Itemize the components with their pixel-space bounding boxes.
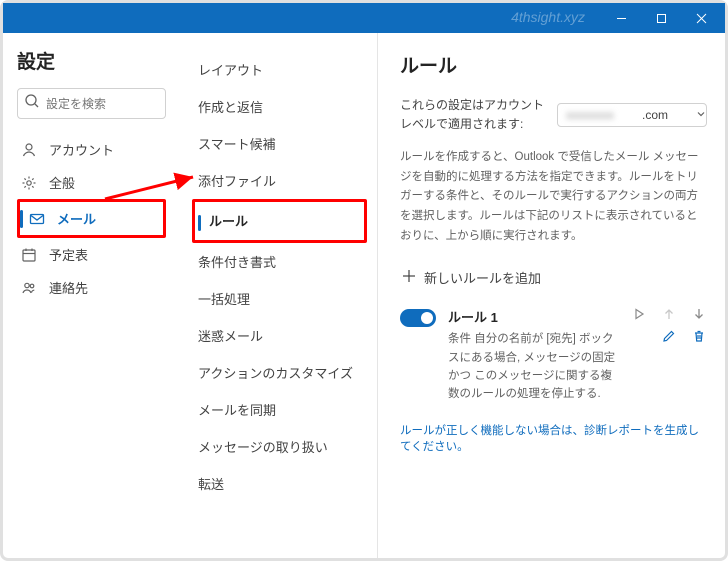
search-icon — [24, 93, 40, 114]
main-content: 設定 アカウント 全般 メール 予定表 連絡先 レイアウト — [3, 33, 725, 558]
sub-item-sweep[interactable]: 一括処理 — [192, 280, 367, 317]
sub-item-conditional[interactable]: 条件付き書式 — [192, 243, 367, 280]
mail-icon — [29, 211, 47, 227]
contacts-icon — [21, 280, 39, 296]
sidebar-item-label: メール — [57, 209, 96, 228]
settings-sidebar: 設定 アカウント 全般 メール 予定表 連絡先 — [3, 33, 178, 558]
sub-item-forward[interactable]: 転送 — [192, 465, 367, 502]
delete-icon[interactable] — [691, 329, 707, 343]
sidebar-item-general[interactable]: 全般 — [17, 166, 166, 199]
sub-item-customize[interactable]: アクションのカスタマイズ — [192, 354, 367, 391]
person-icon — [21, 142, 39, 158]
rule-name: ルール 1 — [448, 307, 619, 326]
maximize-button[interactable] — [641, 4, 681, 32]
add-rule-label: 新しいルールを追加 — [424, 268, 541, 287]
sub-item-sync[interactable]: メールを同期 — [192, 391, 367, 428]
rules-title: ルール — [400, 51, 707, 78]
sidebar-item-label: 連絡先 — [49, 278, 88, 297]
sidebar-item-label: 予定表 — [49, 245, 88, 264]
sub-item-attachments[interactable]: 添付ファイル — [192, 162, 367, 199]
sub-item-compose[interactable]: 作成と返信 — [192, 88, 367, 125]
sidebar-item-account[interactable]: アカウント — [17, 133, 166, 166]
rules-description: ルールを作成すると、Outlook で受信したメール メッセージを自動的に処理す… — [400, 148, 707, 246]
rule-body: ルール 1 条件 自分の名前が [宛先] ボックスにある場合, メッセージの固定… — [448, 307, 619, 404]
calendar-icon — [21, 247, 39, 263]
gear-icon — [21, 175, 39, 191]
rule-toggle[interactable] — [400, 309, 436, 327]
rule-detail: 条件 自分の名前が [宛先] ボックスにある場合, メッセージの固定 かつ この… — [448, 330, 619, 404]
watermark-text: 4thsight.xyz — [511, 9, 585, 25]
sub-item-handling[interactable]: メッセージの取り扱い — [192, 428, 367, 465]
move-up-icon[interactable] — [661, 307, 677, 321]
add-rule-button[interactable]: 新しいルールを追加 — [400, 262, 707, 293]
move-down-icon[interactable] — [691, 307, 707, 321]
titlebar: 4thsight.xyz — [3, 3, 725, 33]
account-domain: .com — [642, 108, 668, 122]
sidebar-item-label: アカウント — [49, 140, 114, 159]
account-masked: xxxxxxxx — [566, 108, 614, 122]
sub-item-layout[interactable]: レイアウト — [192, 51, 367, 88]
account-scope-label: これらの設定はアカウント レベルで適用されます: — [400, 96, 545, 134]
edit-icon[interactable] — [661, 329, 677, 343]
chevron-down-icon — [696, 108, 706, 122]
sub-item-junk[interactable]: 迷惑メール — [192, 317, 367, 354]
run-icon[interactable] — [631, 307, 647, 321]
rule-item: ルール 1 条件 自分の名前が [宛先] ボックスにある場合, メッセージの固定… — [400, 307, 707, 404]
sidebar-item-calendar[interactable]: 予定表 — [17, 238, 166, 271]
rule-actions — [631, 307, 707, 404]
close-button[interactable] — [681, 4, 721, 32]
minimize-button[interactable] — [601, 4, 641, 32]
account-scope-row: これらの設定はアカウント レベルで適用されます: xxxxxxxx .com — [400, 96, 707, 134]
settings-title: 設定 — [17, 47, 166, 74]
sidebar-item-mail[interactable]: メール — [17, 199, 166, 238]
diagnostic-link[interactable]: ルールが正しく機能しない場合は、診断レポートを生成してください。 — [400, 422, 707, 454]
sub-item-rules[interactable]: ルール — [192, 199, 367, 243]
search-box[interactable] — [17, 88, 166, 119]
plus-icon — [402, 269, 416, 286]
mail-subsections: レイアウト 作成と返信 スマート候補 添付ファイル ルール 条件付き書式 一括処… — [178, 33, 378, 558]
sub-item-smart[interactable]: スマート候補 — [192, 125, 367, 162]
sidebar-item-label: 全般 — [49, 173, 75, 192]
sidebar-item-contacts[interactable]: 連絡先 — [17, 271, 166, 304]
rules-panel: ルール これらの設定はアカウント レベルで適用されます: xxxxxxxx .c… — [378, 33, 725, 558]
account-selector[interactable]: xxxxxxxx .com — [557, 103, 707, 127]
